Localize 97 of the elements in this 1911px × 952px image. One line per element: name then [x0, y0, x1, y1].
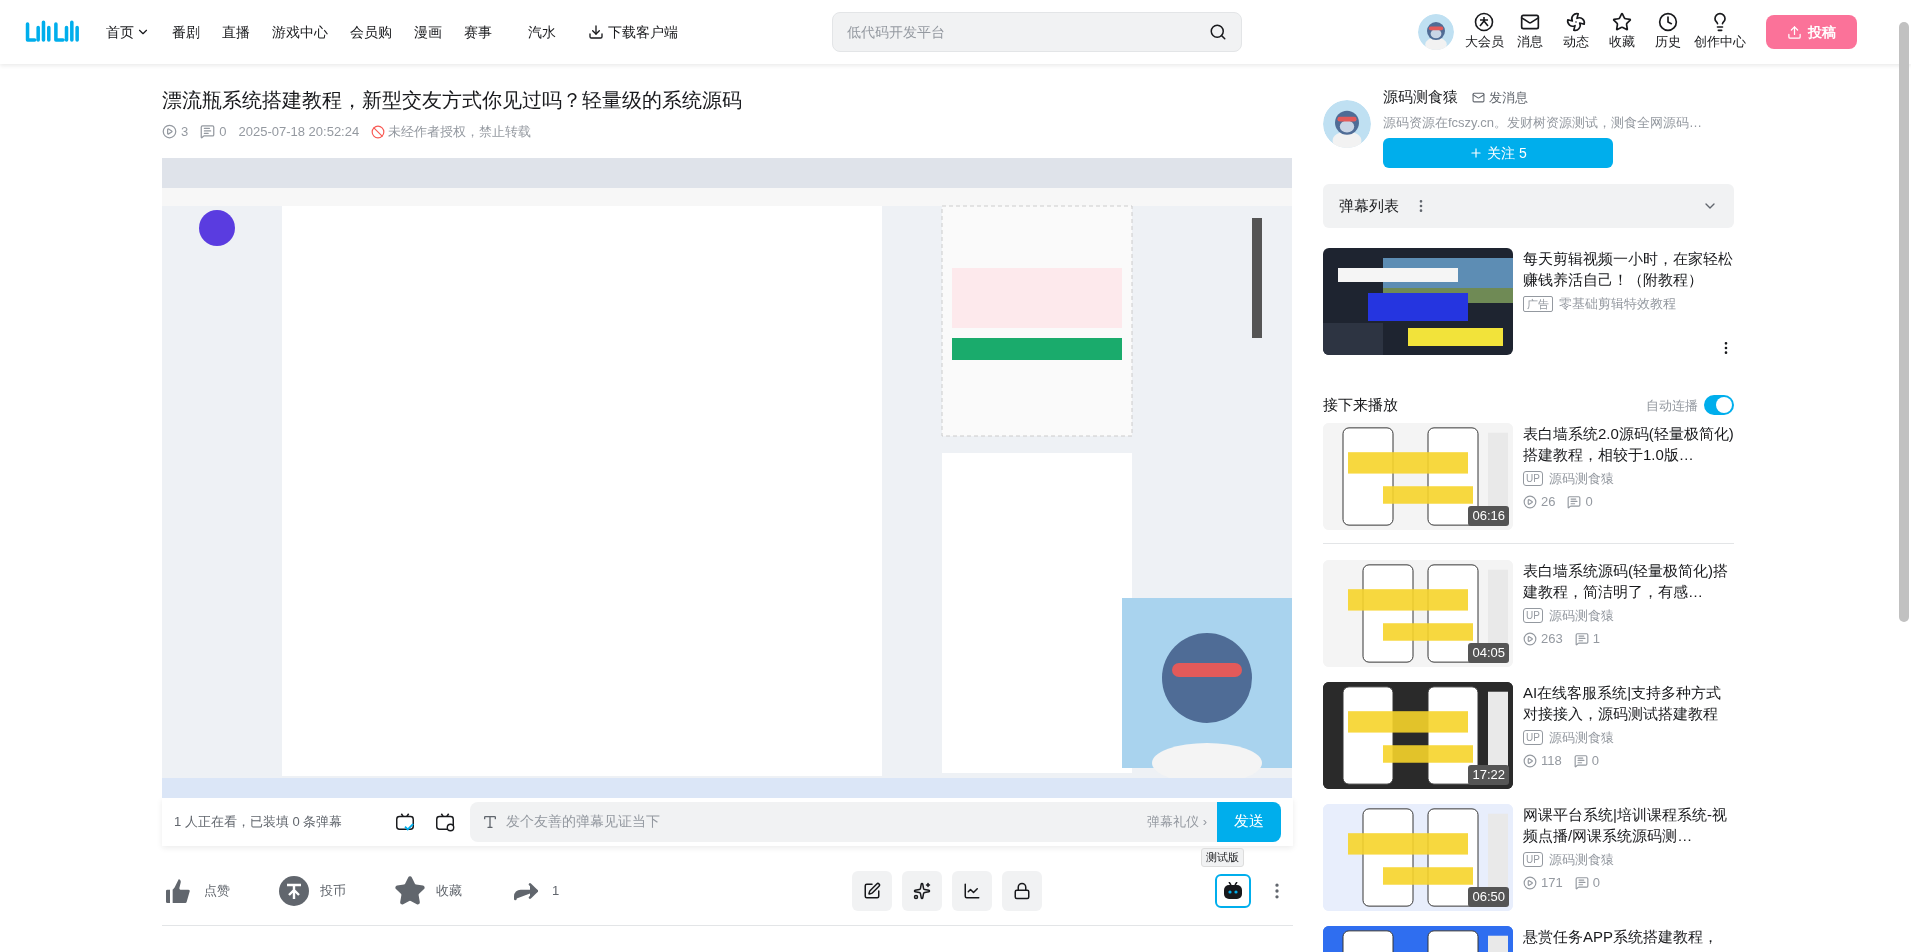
- mail-icon: [1472, 90, 1485, 104]
- nav-link[interactable]: 汽水: [528, 21, 556, 43]
- mail-icon: [1520, 12, 1540, 33]
- avatar[interactable]: [1418, 14, 1454, 50]
- message-link[interactable]: 发消息: [1472, 87, 1528, 107]
- video-link[interactable]: 表白墙系统2.0源码(轻量极简化)搭建教程，相较于1.0版…: [1523, 422, 1734, 465]
- search-field[interactable]: 低代码开发平台: [847, 21, 1209, 43]
- danmaku-input[interactable]: 发个友善的弹幕见证当下: [506, 811, 1148, 832]
- danmaku-icon: [1573, 753, 1588, 768]
- viewer-count: 1 人正在看，已装填 0 条弹幕: [174, 812, 344, 831]
- play-count: 171: [1541, 874, 1563, 892]
- autoplay-label: 自动连播: [1646, 396, 1698, 415]
- uploader-bio: 源码资源在fcszy.cn。发财树资源测试，测食全网源码…: [1383, 113, 1703, 132]
- header-link[interactable]: 创作中心: [1694, 12, 1746, 52]
- video-title: 漂流瓶系统搭建教程，新型交友方式你见过吗？轻量级的系统源码: [162, 88, 743, 113]
- search-icon[interactable]: [1209, 23, 1227, 41]
- autoplay-switch[interactable]: [1704, 395, 1734, 416]
- danmaku-icon: [200, 124, 216, 140]
- locked-button[interactable]: [1002, 871, 1042, 911]
- danmaku-count: 0: [1592, 874, 1600, 892]
- copyright-notice: 未经作者授权，禁止转载: [388, 123, 532, 141]
- header-link[interactable]: 历史: [1648, 12, 1688, 52]
- vip-icon: [1474, 12, 1494, 33]
- video-duration: 04:05: [1468, 643, 1509, 663]
- play-count: 263: [1541, 630, 1563, 648]
- nav-link[interactable]: 番剧: [172, 21, 200, 43]
- edit-icon: [863, 882, 881, 900]
- coin-icon: [278, 875, 310, 907]
- danmaku-count: 1: [1592, 630, 1600, 648]
- header-link[interactable]: 大会员: [1464, 12, 1504, 52]
- nav-link[interactable]: 直播: [222, 21, 250, 43]
- play-icon: [1523, 875, 1537, 890]
- danmaku-count: 0: [1591, 752, 1599, 770]
- nav-link[interactable]: 赛事: [464, 21, 492, 43]
- pin-button[interactable]: [902, 871, 942, 911]
- video-duration: 06:50: [1468, 887, 1509, 907]
- lock-icon: [1013, 882, 1031, 900]
- action-button[interactable]: 收藏: [394, 875, 462, 907]
- up-tag: UP: [1523, 607, 1543, 623]
- danmaku-list-title: 弹幕列表: [1339, 195, 1399, 216]
- ad-title[interactable]: 每天剪辑视频一小时，在家轻松赚钱养活自己！（附教程）: [1523, 248, 1734, 290]
- beta-tag: 测试版: [1201, 848, 1244, 867]
- ad-source: 零基础剪辑特效教程: [1559, 295, 1676, 313]
- plus-icon: [1469, 146, 1484, 160]
- play-icon: [1523, 494, 1537, 509]
- star-icon: [1612, 12, 1632, 33]
- nav-link[interactable]: 游戏中心: [272, 21, 328, 43]
- danmaku-icon: [1574, 631, 1589, 646]
- nav-link[interactable]: 会员购: [350, 21, 392, 43]
- video-duration: 17:22: [1468, 765, 1509, 785]
- pinwheel-icon: [1566, 12, 1586, 33]
- download-link[interactable]: 下载客户端: [588, 21, 678, 43]
- video-link[interactable]: AI在线客服系统|支持多种方式对接接入，源码测试搭建教程: [1523, 681, 1734, 724]
- play-count-text: 3: [181, 123, 189, 141]
- header-link[interactable]: 消息: [1510, 12, 1550, 52]
- header-link[interactable]: 收藏: [1602, 12, 1642, 52]
- uploader-avatar[interactable]: [1323, 100, 1371, 148]
- header-link[interactable]: 动态: [1556, 12, 1596, 52]
- download-icon: [588, 24, 604, 40]
- danmaku-list-header[interactable]: 弹幕列表: [1323, 184, 1734, 228]
- chart-button[interactable]: [952, 871, 992, 911]
- sparkle-icon: [913, 882, 931, 900]
- play-icon: [162, 124, 177, 140]
- star-icon: [394, 875, 426, 907]
- assistant-button[interactable]: [1215, 874, 1251, 908]
- line-chart-icon: [963, 882, 981, 900]
- action-button[interactable]: 点赞: [162, 875, 230, 907]
- robot-icon: [1223, 882, 1243, 900]
- up-tag: UP: [1523, 470, 1543, 486]
- danmaku-count-text: 0: [219, 123, 227, 141]
- danmaku-icon: [1574, 875, 1589, 890]
- nav-link[interactable]: 首页: [106, 21, 150, 43]
- play-icon: [1523, 753, 1537, 768]
- prohibited-icon: [371, 124, 386, 139]
- up-next-title: 接下来播放: [1323, 395, 1398, 415]
- uploader-name[interactable]: 源码测食猿: [1383, 86, 1458, 109]
- font-icon: [482, 813, 498, 830]
- play-count: 118: [1541, 752, 1562, 770]
- upload-icon: [1787, 24, 1802, 40]
- video-duration: 06:16: [1468, 506, 1509, 526]
- search-bar[interactable]: 低代码开发平台: [832, 12, 1242, 52]
- play-count: 26: [1541, 493, 1556, 511]
- nav-link[interactable]: 漫画: [414, 21, 442, 43]
- video-link[interactable]: 网课平台系统|培训课程系统-视频点播/网课系统源码测…: [1523, 803, 1734, 846]
- play-icon: [1523, 631, 1537, 646]
- video-link[interactable]: 悬赏任务APP系统搭建教程，: [1523, 925, 1734, 947]
- action-button[interactable]: 1: [510, 875, 560, 907]
- clock-icon: [1658, 12, 1678, 33]
- action-button[interactable]: 投币: [278, 875, 346, 907]
- up-tag: UP: [1523, 851, 1543, 867]
- danmaku-count: 0: [1585, 493, 1593, 511]
- ad-tag: 广告: [1523, 295, 1553, 312]
- video-link[interactable]: 表白墙系统源码(轻量极简化)搭建教程，简洁明了，有感…: [1523, 559, 1734, 602]
- note-button[interactable]: [852, 871, 892, 911]
- danmaku-icon: [1567, 494, 1582, 509]
- up-tag: UP: [1523, 729, 1543, 745]
- publish-date: 2025-07-18 20:52:24: [238, 123, 360, 141]
